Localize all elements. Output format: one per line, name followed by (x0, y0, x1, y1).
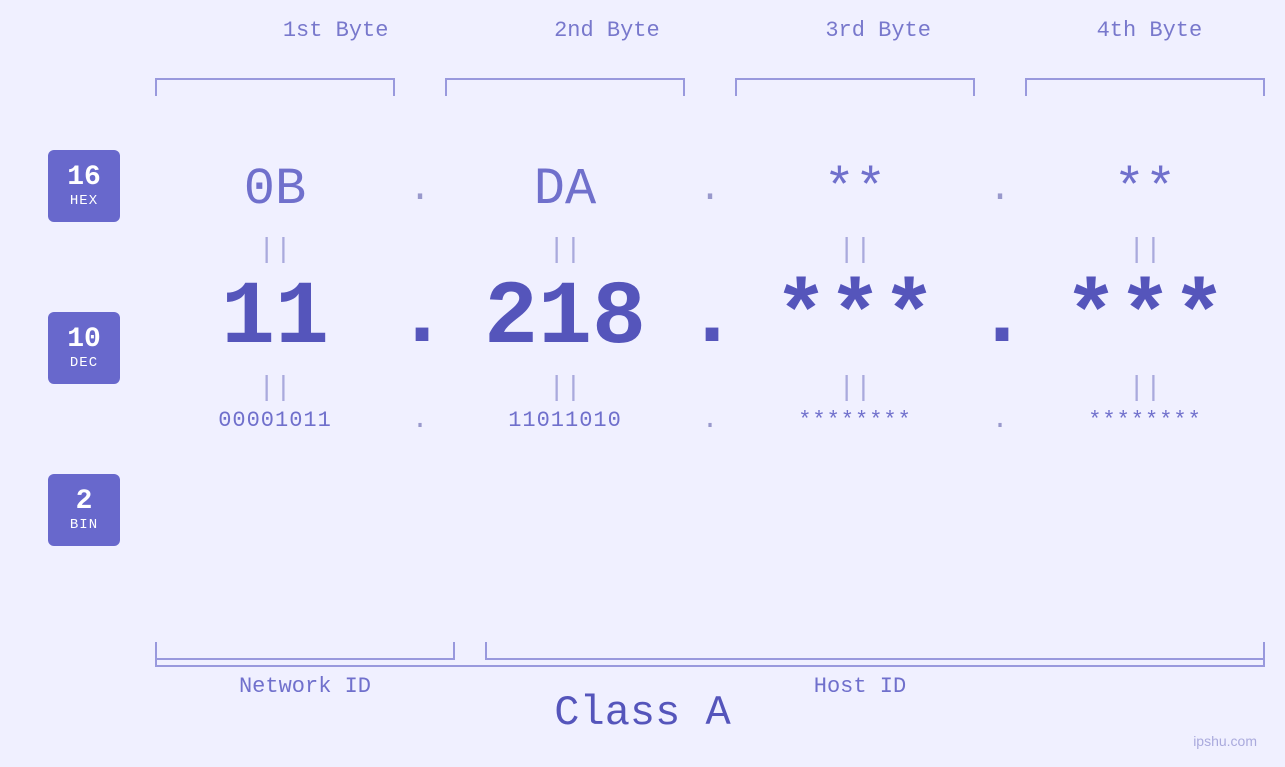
bin-b4: ******** (1025, 408, 1265, 433)
big-bottom-bracket (155, 647, 1265, 667)
hex-dot-3: . (975, 168, 1025, 211)
main-container: 1st Byte 2nd Byte 3rd Byte 4th Byte 16 H… (0, 0, 1285, 767)
dec-dot-2: . (685, 260, 735, 377)
bin-dot-1: . (395, 405, 445, 436)
eq2-b4: || (1025, 373, 1265, 404)
eq2-b3: || (735, 373, 975, 404)
eq2-b2: || (445, 373, 685, 404)
byte-header-4: 4th Byte (1014, 18, 1285, 43)
byte-header-2: 2nd Byte (471, 18, 742, 43)
hex-b2: DA (445, 160, 685, 219)
hex-number: 16 (67, 163, 101, 194)
eq2-b1: || (155, 373, 395, 404)
content-area: 0B . DA . ** . ** || || || || 11 . 218 .… (155, 105, 1265, 667)
top-bracket-1 (155, 78, 395, 96)
byte-header-1: 1st Byte (200, 18, 471, 43)
bin-label: BIN (70, 517, 98, 533)
bin-dot-2: . (685, 405, 735, 436)
bin-row: 00001011 . 11011010 . ******** . *******… (155, 405, 1265, 436)
top-brackets (155, 78, 1265, 96)
dec-base-box: 10 DEC (48, 312, 120, 384)
class-label: Class A (0, 689, 1285, 737)
hex-b4: ** (1025, 160, 1265, 219)
hex-b3: ** (735, 160, 975, 219)
top-bracket-3 (735, 78, 975, 96)
bin-b3: ******** (735, 408, 975, 433)
dec-b3: *** (735, 268, 975, 370)
equals-row-2: || || || || (155, 373, 1265, 404)
byte-header-3: 3rd Byte (743, 18, 1014, 43)
byte-headers: 1st Byte 2nd Byte 3rd Byte 4th Byte (0, 0, 1285, 43)
dec-b4: *** (1025, 268, 1265, 370)
hex-b1: 0B (155, 160, 395, 219)
watermark: ipshu.com (1193, 733, 1257, 749)
hex-dot-2: . (685, 168, 735, 211)
hex-base-box: 16 HEX (48, 150, 120, 222)
dec-dot-1: . (395, 260, 445, 377)
dec-label: DEC (70, 355, 98, 371)
top-bracket-2 (445, 78, 685, 96)
base-boxes: 16 HEX 10 DEC 2 BIN (48, 150, 120, 546)
hex-label: HEX (70, 193, 98, 209)
dec-dot-3: . (975, 260, 1025, 377)
bin-base-box: 2 BIN (48, 474, 120, 546)
bin-b2: 11011010 (445, 408, 685, 433)
bin-number: 2 (76, 487, 93, 518)
hex-dot-1: . (395, 168, 445, 211)
top-bracket-4 (1025, 78, 1265, 96)
bin-b1: 00001011 (155, 408, 395, 433)
hex-row: 0B . DA . ** . ** (155, 160, 1265, 219)
bin-dot-3: . (975, 405, 1025, 436)
dec-b2: 218 (445, 268, 685, 370)
dec-number: 10 (67, 325, 101, 356)
dec-row: 11 . 218 . *** . *** (155, 260, 1265, 377)
dec-b1: 11 (155, 268, 395, 370)
